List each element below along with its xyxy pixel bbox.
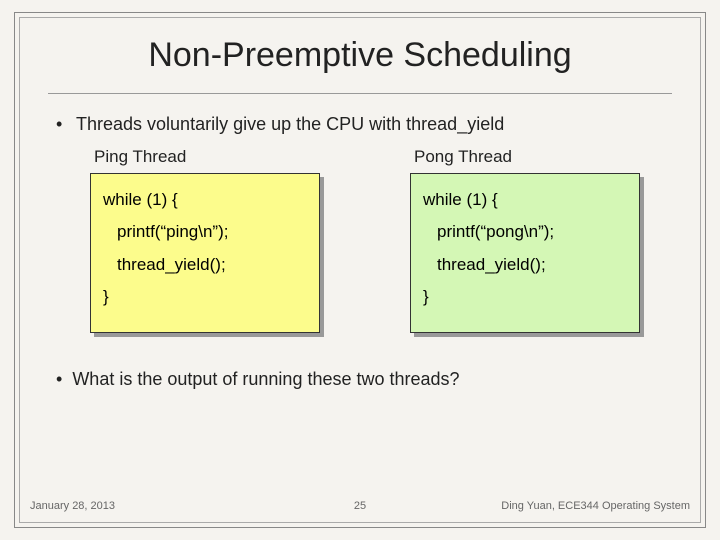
bullet-intro-text: Threads voluntarily give up the CPU with… (76, 114, 504, 134)
footer-author: Ding Yuan, ECE344 Operating System (501, 500, 690, 512)
outer-frame: Non-Preemptive Scheduling •Threads volun… (14, 12, 706, 528)
bullet-question: • What is the output of running these tw… (56, 369, 700, 390)
ping-line2: printf(“ping\n”); (103, 216, 307, 248)
title-divider (48, 93, 672, 94)
ping-line4: } (103, 281, 307, 313)
pong-line2: printf(“pong\n”); (423, 216, 627, 248)
pong-column: Pong Thread while (1) { printf(“pong\n”)… (410, 147, 650, 333)
bullet-dot-2: • (56, 369, 72, 389)
pong-label: Pong Thread (414, 147, 650, 167)
bullet-dot: • (56, 114, 76, 135)
bullet-intro: •Threads voluntarily give up the CPU wit… (56, 114, 700, 135)
inner-frame: Non-Preemptive Scheduling •Threads volun… (19, 17, 701, 523)
footer-date: January 28, 2013 (30, 500, 115, 512)
slide-title: Non-Preemptive Scheduling (20, 18, 700, 75)
ping-line1: while (1) { (103, 184, 307, 216)
slide-footer: January 28, 2013 25 Ding Yuan, ECE344 Op… (30, 500, 690, 512)
ping-codebox: while (1) { printf(“ping\n”); thread_yie… (90, 173, 320, 333)
code-columns: Ping Thread while (1) { printf(“ping\n”)… (90, 147, 700, 333)
footer-page-number: 25 (354, 500, 366, 512)
pong-line1: while (1) { (423, 184, 627, 216)
pong-line3: thread_yield(); (423, 249, 627, 281)
ping-label: Ping Thread (94, 147, 330, 167)
ping-column: Ping Thread while (1) { printf(“ping\n”)… (90, 147, 330, 333)
pong-codebox: while (1) { printf(“pong\n”); thread_yie… (410, 173, 640, 333)
pong-line4: } (423, 281, 627, 313)
ping-line3: thread_yield(); (103, 249, 307, 281)
bullet-question-text: What is the output of running these two … (72, 369, 459, 389)
